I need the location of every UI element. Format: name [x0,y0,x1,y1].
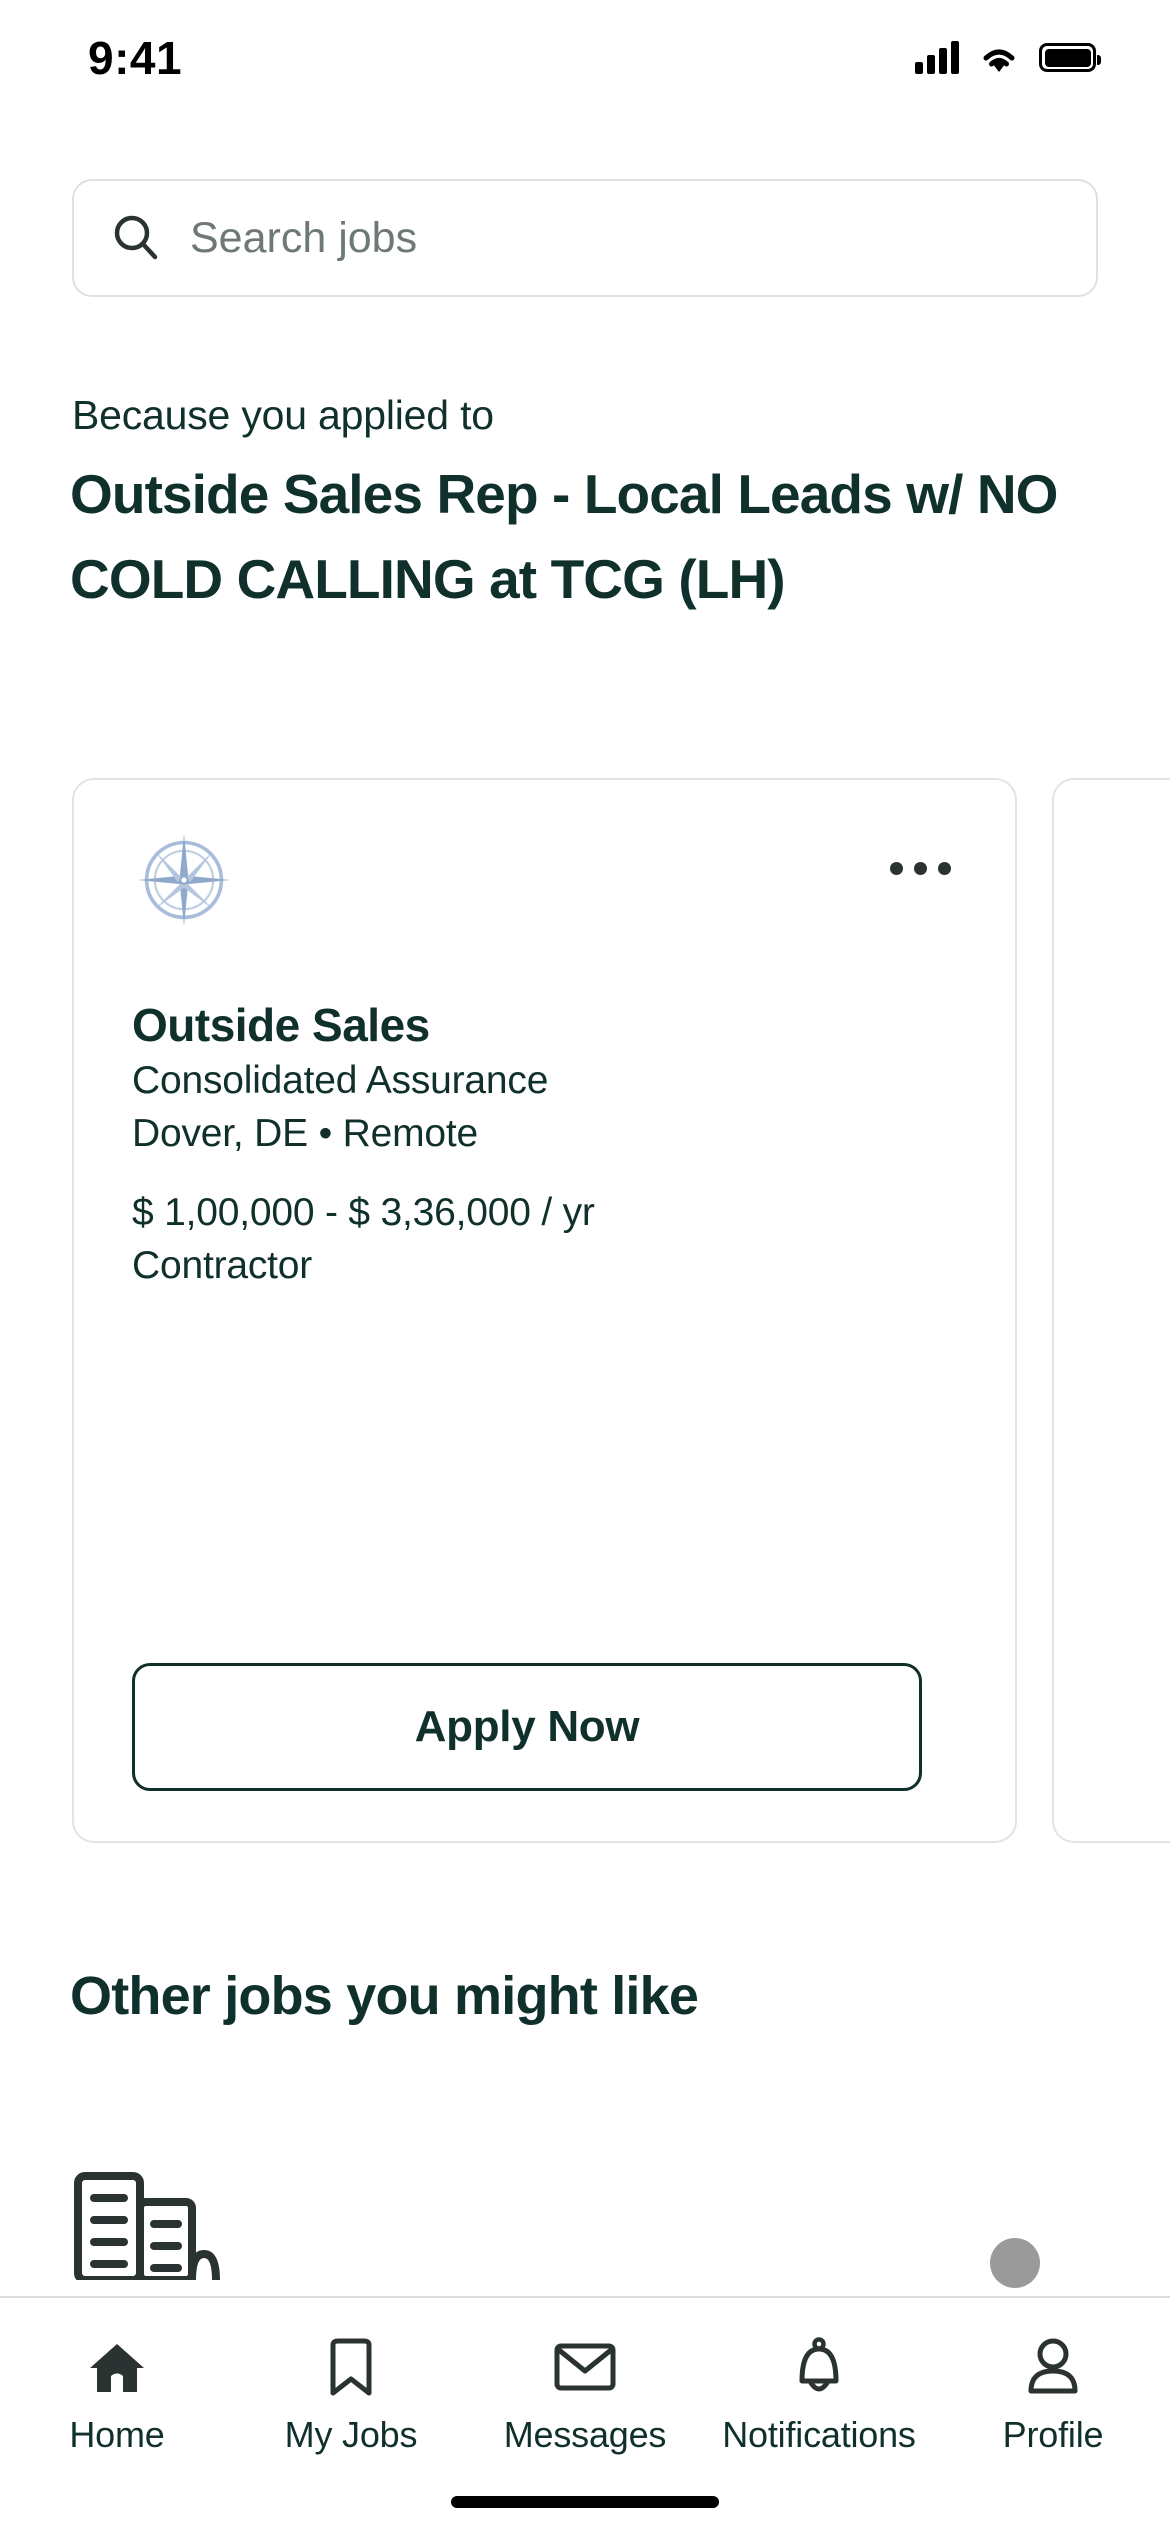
search-box[interactable]: Search jobs [72,179,1098,297]
job-employment-type: Contractor [132,1244,313,1287]
cellular-signal-icon [915,41,959,74]
envelope-icon [554,2336,616,2398]
job-card-header [1112,828,1170,948]
search-input-placeholder[interactable]: Search jobs [190,214,417,263]
job-salary: $ 1,00,000 - $ 3,36,000 / yr [132,1191,595,1234]
job-card[interactable]: Ou Re Sp Da $ 5 [1052,778,1170,1843]
applied-job-headline: Outside Sales Rep - Local Leads w/ NO CO… [70,463,1058,610]
nav-item-my-jobs[interactable]: My Jobs [234,2336,468,2456]
carousel-scroll-indicator[interactable] [990,2238,1040,2288]
nav-label-profile: Profile [1002,2414,1104,2455]
office-buildings-logo [74,2172,220,2280]
job-location: Dover, DE • Remote [132,1112,479,1155]
bell-icon [788,2336,850,2398]
nav-item-notifications[interactable]: Notifications [702,2336,936,2456]
home-icon [86,2336,148,2398]
apply-now-button[interactable]: Apply Now [132,1663,922,1791]
nav-label-messages: Messages [503,2414,667,2455]
person-icon [1022,2336,1084,2398]
bookmark-icon [320,2336,382,2398]
nav-item-messages[interactable]: Messages [468,2336,702,2456]
nav-label-notifications: Notifications [722,2414,916,2455]
recommendation-reason-label: Because you applied to [72,392,494,438]
other-jobs-heading: Other jobs you might like [70,1966,699,2026]
nav-item-home[interactable]: Home [0,2336,234,2456]
status-time: 9:41 [88,31,183,84]
nav-item-profile[interactable]: Profile [936,2336,1170,2456]
search-icon [114,215,158,260]
job-search-screen: 9:41 Search jobs Because you applied to … [0,0,1170,2532]
job-company: Consolidated Assurance [132,1059,549,1102]
search-bar[interactable]: Search jobs [72,179,1098,297]
battery-full-icon [1039,43,1101,72]
more-options-icon[interactable] [890,828,957,875]
wifi-icon [983,49,1015,72]
compass-rose-logo [138,834,230,926]
recommended-jobs-carousel[interactable]: Outside Sales Consolidated Assurance Dov… [72,778,1170,1843]
status-bar: 9:41 [0,0,1170,115]
nav-label-home: Home [69,2414,165,2455]
job-card-header [132,828,957,948]
nav-label-my-jobs: My Jobs [284,2414,418,2455]
status-icons [915,41,1101,74]
job-title: Outside Sales [132,999,430,1051]
job-card[interactable]: Outside Sales Consolidated Assurance Dov… [72,778,1017,1843]
job-card-body: Outside Sales Consolidated Assurance Dov… [132,996,957,1292]
home-indicator [451,2496,719,2508]
